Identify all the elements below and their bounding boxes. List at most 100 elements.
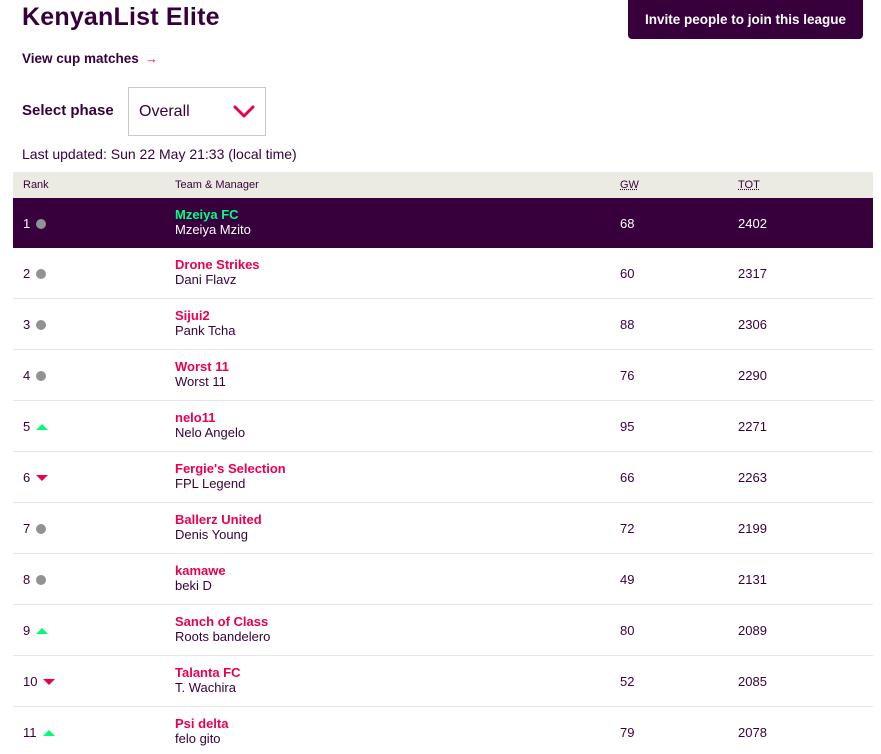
last-updated-text: Last updated: Sun 22 May 21:33 (local ti…: [22, 146, 297, 162]
rank-same-icon: [36, 370, 47, 381]
table-header: Rank Team & Manager GW TOT: [13, 172, 873, 198]
rank-value: 3: [23, 317, 31, 332]
gw-points: 66: [620, 470, 635, 485]
team-name-link[interactable]: nelo11: [175, 410, 215, 425]
total-points: 2199: [738, 521, 767, 536]
manager-name: FPL Legend: [175, 476, 246, 491]
total-points: 2271: [738, 419, 767, 434]
table-row: 6 Fergie's Selection FPL Legend 66 2263: [13, 452, 873, 503]
manager-name: beki D: [175, 578, 212, 593]
table-row: 8 kamawe beki D 49 2131: [13, 554, 873, 605]
table-row: 4 Worst 11 Worst 11 76 2290: [13, 350, 873, 401]
arrow-right-icon: →: [144, 51, 158, 66]
phase-selected-value: Overall: [139, 102, 190, 120]
rank-cell: 11: [23, 725, 55, 740]
league-title: KenyanList Elite: [22, 3, 220, 31]
gw-points: 49: [620, 572, 635, 587]
manager-name: Denis Young: [175, 527, 249, 542]
rank-down-icon: [36, 474, 49, 481]
team-name-link[interactable]: Fergie's Selection: [175, 461, 286, 476]
total-points: 2290: [738, 368, 767, 383]
rank-cell: 9: [23, 623, 49, 638]
total-points: 2263: [738, 470, 767, 485]
manager-name: Roots bandelero: [175, 629, 271, 644]
total-points: 2317: [738, 266, 767, 281]
rank-cell: 10: [23, 674, 56, 689]
manager-name: Worst 11: [175, 374, 226, 389]
view-cup-matches-link[interactable]: View cup matches →: [22, 51, 158, 66]
team-name-link[interactable]: Worst 11: [175, 359, 229, 374]
gw-points: 52: [620, 674, 635, 689]
table-row: 1 Mzeiya FC Mzeiya Mzito 68 2402: [13, 198, 873, 248]
manager-name: Nelo Angelo: [175, 425, 246, 440]
team-name-link[interactable]: Ballerz United: [175, 512, 262, 527]
table-row: 10 Talanta FC T. Wachira 52 2085: [13, 656, 873, 707]
table-row: 2 Drone Strikes Dani Flavz 60 2317: [13, 248, 873, 299]
manager-name: Pank Tcha: [175, 323, 236, 338]
table-row: 11 Psi delta felo gito 79 2078: [13, 707, 873, 754]
rank-up-icon: [36, 423, 49, 430]
rank-value: 11: [23, 725, 37, 740]
rank-value: 9: [23, 623, 31, 638]
chevron-down-icon: [233, 105, 255, 118]
rank-value: 8: [23, 572, 31, 587]
rank-cell: 4: [23, 368, 47, 383]
rank-value: 4: [23, 368, 31, 383]
rank-value: 5: [23, 419, 31, 434]
team-name-link[interactable]: Sijui2: [175, 308, 210, 323]
standings-rows: 1 Mzeiya FC Mzeiya Mzito 68 2402 2 Drone Strik…: [13, 198, 873, 754]
rank-value: 2: [23, 266, 31, 281]
gw-points: 95: [620, 419, 635, 434]
gw-points: 68: [620, 216, 635, 231]
rank-same-icon: [36, 319, 47, 330]
table-row: 3 Sijui2 Pank Tcha 88 2306: [13, 299, 873, 350]
rank-value: 6: [23, 470, 31, 485]
total-points: 2085: [738, 674, 767, 689]
team-name-link[interactable]: Mzeiya FC: [175, 207, 239, 222]
invite-button[interactable]: Invite people to join this league: [628, 0, 863, 39]
rank-up-icon: [42, 729, 55, 736]
rank-header: Rank: [23, 179, 49, 191]
manager-name: felo gito: [175, 731, 221, 746]
rank-same-icon: [36, 218, 47, 229]
rank-cell: 8: [23, 572, 47, 587]
manager-name: Mzeiya Mzito: [175, 222, 251, 237]
phase-select[interactable]: Overall: [128, 87, 266, 136]
rank-cell: 3: [23, 317, 47, 332]
table-row: 9 Sanch of Class Roots bandelero 80 2089: [13, 605, 873, 656]
cup-link-label: View cup matches: [22, 51, 139, 66]
total-points: 2089: [738, 623, 767, 638]
total-points: 2131: [738, 572, 767, 587]
rank-cell: 6: [23, 470, 49, 485]
rank-same-icon: [36, 268, 47, 279]
rank-up-icon: [36, 627, 49, 634]
rank-value: 10: [23, 674, 38, 689]
gw-points: 60: [620, 266, 635, 281]
team-name-link[interactable]: Psi delta: [175, 716, 228, 731]
tot-header[interactable]: TOT: [738, 179, 760, 191]
team-manager-header: Team & Manager: [175, 179, 259, 191]
rank-value: 1: [23, 216, 31, 231]
team-name-link[interactable]: Sanch of Class: [175, 614, 268, 629]
manager-name: Dani Flavz: [175, 272, 237, 287]
rank-cell: 5: [23, 419, 49, 434]
team-name-link[interactable]: kamawe: [175, 563, 226, 578]
gw-header[interactable]: GW: [620, 179, 639, 191]
rank-same-icon: [36, 574, 47, 585]
gw-points: 80: [620, 623, 635, 638]
rank-down-icon: [43, 678, 56, 685]
standings-table: Rank Team & Manager GW TOT 1 Mzeiya FC Mze…: [13, 172, 873, 754]
team-name-link[interactable]: Drone Strikes: [175, 257, 260, 272]
rank-value: 7: [23, 521, 31, 536]
rank-cell: 2: [23, 266, 47, 281]
gw-points: 79: [620, 725, 635, 740]
rank-same-icon: [36, 523, 47, 534]
table-row: 5 nelo11 Nelo Angelo 95 2271: [13, 401, 873, 452]
table-row: 7 Ballerz United Denis Young 72 2199: [13, 503, 873, 554]
gw-points: 88: [620, 317, 635, 332]
total-points: 2402: [738, 216, 767, 231]
gw-points: 72: [620, 521, 635, 536]
team-name-link[interactable]: Talanta FC: [175, 665, 241, 680]
gw-points: 76: [620, 368, 635, 383]
manager-name: T. Wachira: [175, 680, 236, 695]
